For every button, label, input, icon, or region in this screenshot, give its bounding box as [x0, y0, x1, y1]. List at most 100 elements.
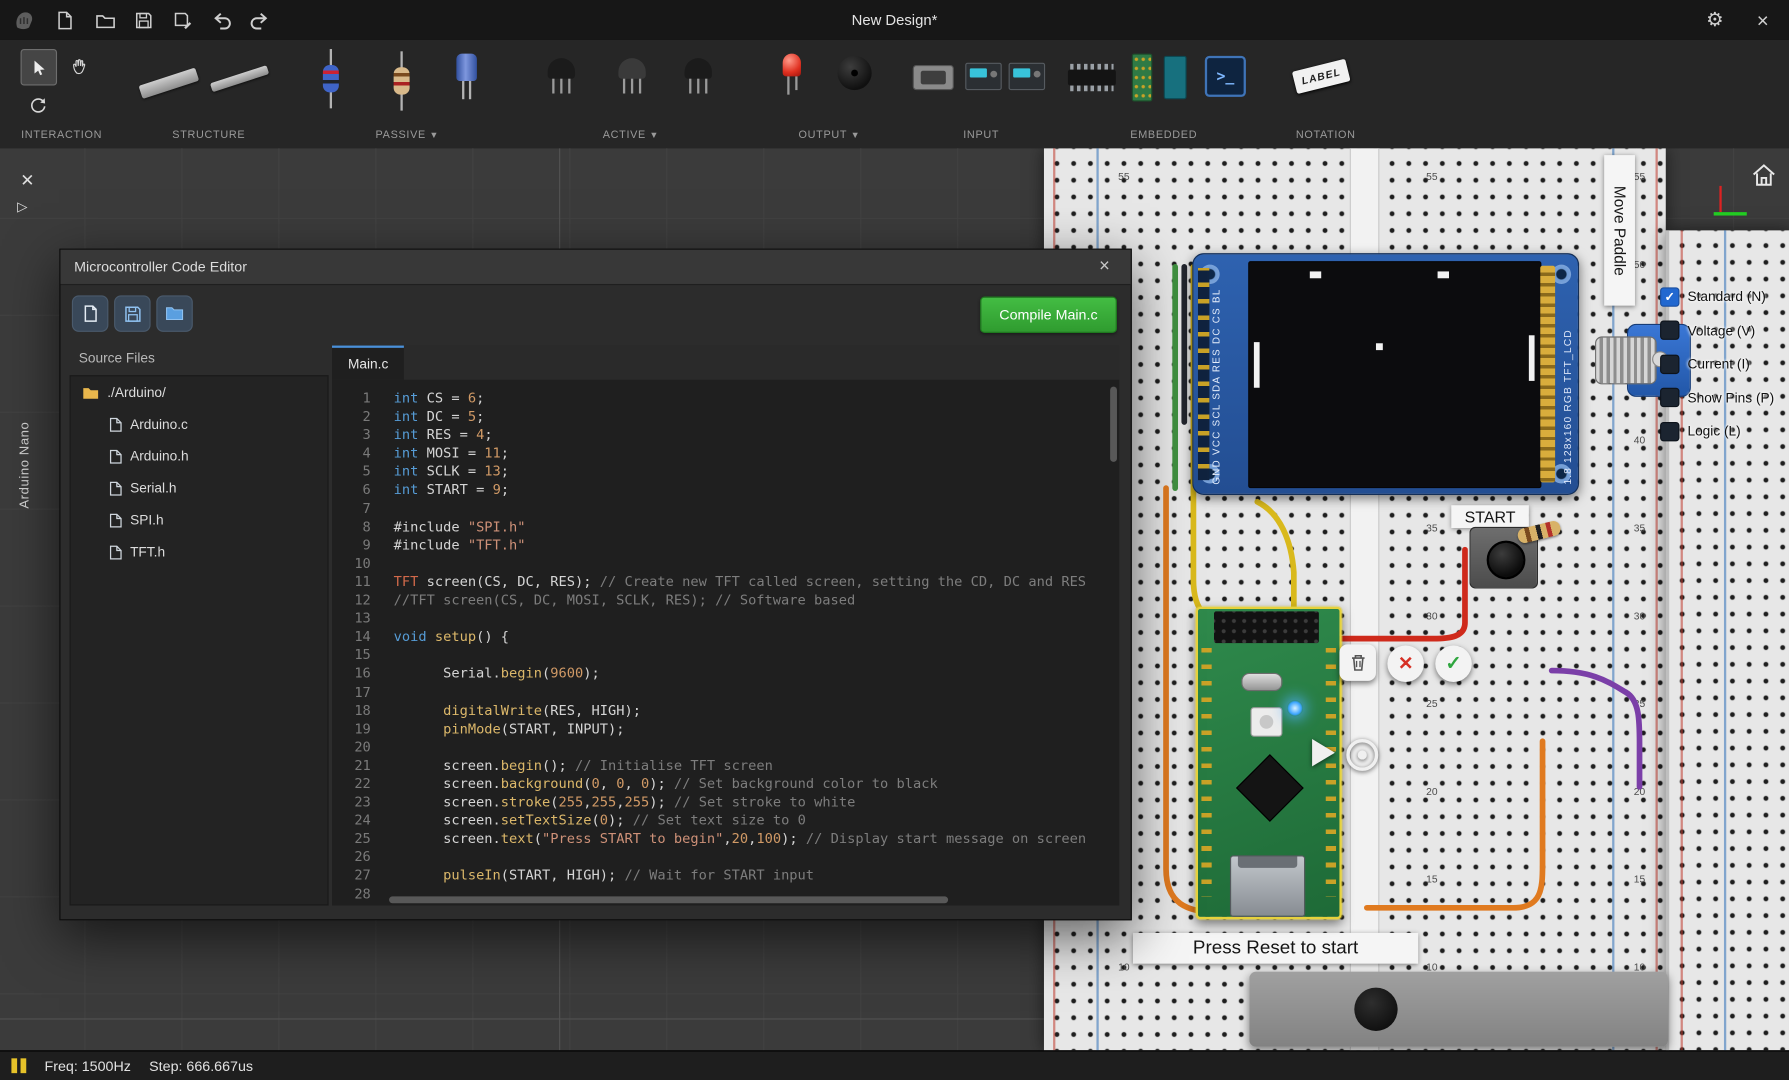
file-name: TFT.h [130, 544, 165, 560]
scrollbar-thumb[interactable] [1110, 387, 1117, 462]
editor-open-button[interactable] [156, 295, 193, 331]
file-name: SPI.h [130, 512, 163, 528]
file-icon [110, 449, 123, 464]
power-led [1287, 700, 1303, 716]
pong-paddle-right [1529, 335, 1535, 381]
code-line: //TFT screen(CS, DC, MOSI, SCLK, RES); /… [394, 591, 1120, 609]
component-panel-tab[interactable]: Arduino Nano [18, 372, 32, 509]
confirm-button[interactable]: ✓ [1435, 645, 1472, 681]
select-tool-button[interactable] [21, 49, 58, 85]
folder-item[interactable]: ./Arduino/ [71, 376, 328, 408]
checkbox-current[interactable] [1660, 354, 1679, 373]
scrollbar-thumb[interactable] [389, 896, 948, 903]
power-supply-icon[interactable] [965, 63, 1002, 90]
tft-pin-header [1196, 266, 1212, 483]
chevron-down-icon[interactable]: ▼ [429, 130, 439, 140]
pan-tool-button[interactable] [62, 49, 96, 83]
display-option-voltage[interactable]: Voltage (V) [1660, 316, 1755, 343]
code-line: int SCLK = 13; [394, 462, 1120, 480]
record-button[interactable] [1346, 739, 1378, 771]
tab-main-c[interactable]: Main.c [332, 346, 404, 380]
display-option-standard[interactable]: ✓Standard (N) [1660, 283, 1766, 310]
editor-titlebar[interactable]: Microcontroller Code Editor × [60, 250, 1130, 285]
cancel-button[interactable]: ✕ [1387, 645, 1424, 681]
code-line: Serial.begin(9600); [394, 664, 1120, 682]
buzzer-icon[interactable] [837, 56, 871, 90]
start-label[interactable]: START [1451, 505, 1529, 528]
file-item[interactable]: TFT.h [71, 536, 328, 568]
toolbar-group-label: INPUT [963, 129, 999, 142]
line-numbers: 1234567891011121314151617181920212223242… [332, 389, 382, 903]
checkbox-voltage[interactable] [1660, 320, 1679, 339]
reset-button[interactable] [1250, 707, 1282, 737]
source-files-panel: ./Arduino/ Arduino.cArduino.hSerial.h SPI… [70, 375, 329, 905]
toolbar-group-label: ACTIVE [603, 129, 646, 142]
compile-button[interactable]: Compile Main.c [980, 297, 1117, 333]
code-line: void setup() { [394, 627, 1120, 645]
ic-chip-icon[interactable] [1068, 70, 1116, 86]
editor-close-icon[interactable]: × [1092, 257, 1117, 278]
editor-new-file-button[interactable] [72, 295, 109, 331]
chevron-down-icon[interactable]: ▼ [851, 130, 861, 140]
signal-generator-icon[interactable] [1009, 63, 1046, 90]
folder-name: ./Arduino/ [107, 384, 166, 400]
code-line: int DC = 5; [394, 407, 1120, 425]
resistor-tan-icon[interactable] [390, 51, 413, 110]
switch-icon[interactable] [913, 65, 954, 90]
resistor-icon[interactable] [319, 49, 342, 108]
microcontroller-board-icon[interactable] [1164, 56, 1187, 99]
terminal-icon[interactable]: >_ [1205, 56, 1246, 97]
press-reset-label[interactable]: Press Reset to start [1133, 933, 1418, 964]
checkbox-show-pins[interactable] [1660, 388, 1679, 407]
app-window: New Design* ⚙ × INTERACTION STRUCTURE [0, 0, 1789, 1080]
code-line: int START = 9; [394, 481, 1120, 499]
code-line: int CS = 6; [394, 389, 1120, 407]
file-item[interactable]: Arduino.h [71, 440, 328, 472]
toolbar-group-label: INTERACTION [21, 129, 102, 142]
window-close-icon[interactable]: × [1750, 8, 1775, 33]
label-tag-icon[interactable]: LABEL [1292, 59, 1351, 94]
toolbar-group-label: OUTPUT [799, 129, 848, 142]
window-title: New Design* [0, 0, 1789, 40]
potentiometer-knob[interactable] [1595, 336, 1657, 384]
tft-model-label: 1.8 128x160 RGB TFT_LCD [1562, 263, 1573, 484]
code-line [394, 848, 1120, 866]
status-step: Step: 666.667us [149, 1058, 253, 1074]
breadboard-small-icon[interactable] [139, 68, 200, 99]
checkbox-logic[interactable] [1660, 421, 1679, 440]
file-item[interactable]: Serial.h [71, 472, 328, 504]
arduino-board-icon[interactable] [1132, 54, 1153, 102]
move-paddle-label[interactable]: Move Paddle [1604, 155, 1635, 306]
editor-save-button[interactable] [114, 295, 151, 331]
file-item[interactable]: Arduino.c [71, 408, 328, 440]
display-option-show-pins[interactable]: Show Pins (P) [1660, 384, 1774, 411]
file-item[interactable]: SPI.h [71, 504, 328, 536]
push-button-cap[interactable] [1487, 541, 1526, 580]
capacitor-icon[interactable] [456, 54, 477, 102]
buzzer-component[interactable] [1354, 988, 1397, 1031]
toolbar-group-output: OUTPUT▼ [767, 40, 893, 148]
home-view-icon[interactable] [1750, 162, 1777, 189]
toolbar-group-label: EMBEDDED [1130, 129, 1197, 142]
tft-screen [1248, 261, 1541, 488]
run-button[interactable] [1312, 739, 1335, 766]
display-option-logic[interactable]: Logic (L) [1660, 417, 1741, 444]
code-line [394, 683, 1120, 701]
horizontal-scrollbar[interactable] [332, 895, 1108, 904]
checkbox-standard[interactable]: ✓ [1660, 287, 1679, 306]
rotate-tool-button[interactable] [21, 88, 55, 122]
display-option-current[interactable]: Current (I) [1660, 350, 1750, 377]
breadboard-strip-icon[interactable] [210, 65, 269, 92]
code-lines[interactable]: int CS = 6;int DC = 5;int RES = 4;int MO… [394, 389, 1120, 903]
code-area[interactable]: 1234567891011121314151617181920212223242… [332, 380, 1119, 906]
file-icon [110, 513, 123, 528]
vertical-scrollbar[interactable] [1109, 382, 1118, 892]
tft-display-module[interactable]: GND VCC SCL SDA RES DC CS BL 1.8 128x160… [1192, 253, 1579, 495]
delete-component-button[interactable] [1339, 644, 1376, 680]
chevron-down-icon[interactable]: ▼ [649, 130, 659, 140]
component-tray[interactable] [1249, 972, 1668, 1047]
panel-expand-icon[interactable]: ▷ [17, 198, 28, 214]
pause-icon[interactable] [11, 1058, 26, 1073]
panel-close-icon[interactable]: ✕ [16, 169, 39, 192]
settings-gear-icon[interactable]: ⚙ [1702, 8, 1727, 33]
